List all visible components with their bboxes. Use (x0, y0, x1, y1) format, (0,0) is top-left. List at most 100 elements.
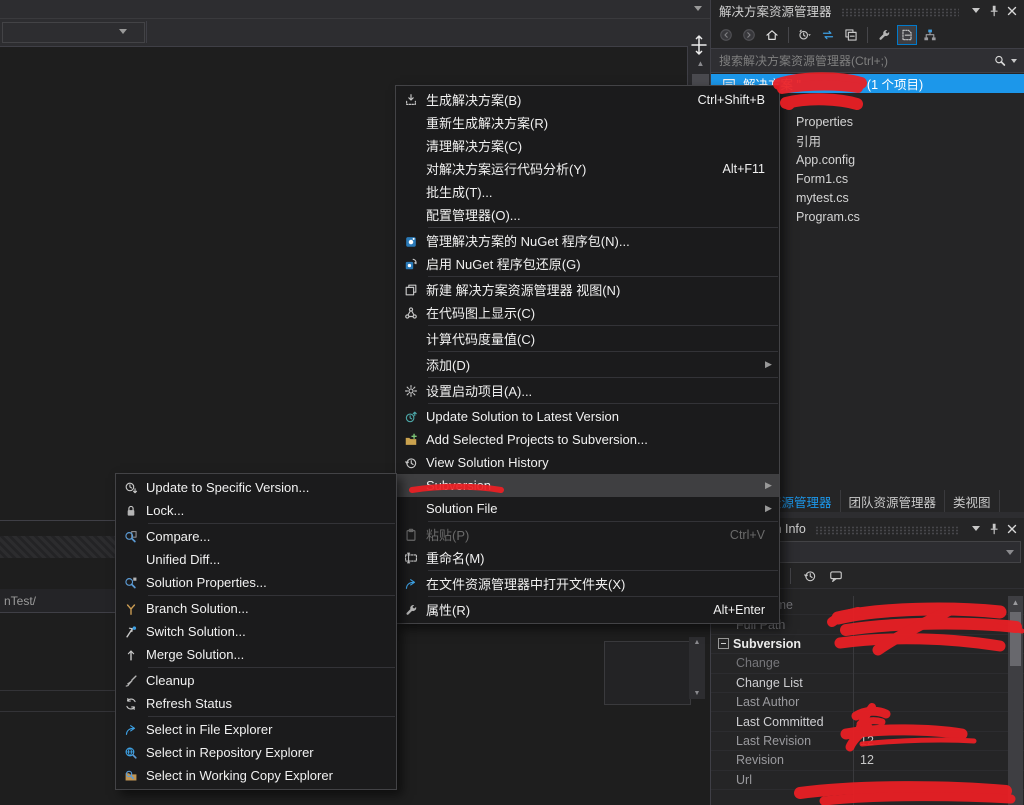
menu-item-compare[interactable]: Compare... (116, 525, 396, 548)
chevron-down-icon[interactable] (119, 29, 127, 34)
menu-item-solution-properties[interactable]: Solution Properties... (116, 571, 396, 594)
menu-item-select-in-file-explorer[interactable]: Select in File Explorer (116, 718, 396, 741)
scrollbar-thumb[interactable] (1010, 612, 1021, 666)
menu-item-new-solution-explorer-view[interactable]: 新建 解决方案资源管理器 视图(N) (396, 278, 779, 301)
chevron-down-icon[interactable] (694, 6, 702, 11)
property-row-last-committed[interactable]: Last Committed (711, 712, 1024, 731)
menu-item-label: Merge Solution... (146, 647, 244, 662)
nuget-restore-icon (396, 257, 426, 271)
property-row-revision[interactable]: Revision 12 (711, 751, 1024, 770)
menu-item-select-in-working-copy-explorer[interactable]: Select in Working Copy Explorer (116, 764, 396, 787)
tab-class-view[interactable]: 类视图 (945, 490, 1000, 512)
chevron-down-icon[interactable] (1009, 53, 1018, 69)
menu-item-cleanup[interactable]: Cleanup (116, 669, 396, 692)
menu-item-set-startup-projects[interactable]: 设置启动项目(A)... (396, 379, 779, 402)
collapse-all-icon[interactable] (841, 25, 861, 45)
menu-item-add-projects-to-subversion[interactable]: Add Selected Projects to Subversion... (396, 428, 779, 451)
grid-scrollbar[interactable]: ▲ (1008, 596, 1023, 805)
menu-item-rename[interactable]: 重命名(M) (396, 546, 779, 569)
property-row-last-author[interactable]: Last Author (711, 693, 1024, 712)
submenu-arrow-icon: ▶ (765, 503, 779, 514)
menu-item-switch-solution[interactable]: Switch Solution... (116, 620, 396, 643)
property-row-subversion[interactable]: Subversion (711, 635, 1024, 654)
property-row-last-revision[interactable]: Last Revision 12 (711, 732, 1024, 751)
properties-wrench-icon[interactable] (874, 25, 894, 45)
menu-item-label: 重新生成解决方案(R) (426, 113, 548, 132)
paste-icon (396, 528, 426, 542)
menu-item-label: Refresh Status (146, 696, 232, 711)
menu-shortcut: Ctrl+V (730, 528, 779, 542)
menu-item-merge-solution[interactable]: Merge Solution... (116, 643, 396, 666)
toolbar-separator (788, 27, 789, 43)
home-icon[interactable] (762, 25, 782, 45)
chevron-down-icon[interactable] (967, 521, 984, 537)
close-icon[interactable] (1003, 521, 1020, 537)
menu-item-calculate-code-metrics[interactable]: 计算代码度量值(C) (396, 327, 779, 350)
open-folder-icon (396, 577, 426, 591)
property-row-url[interactable]: Url (711, 771, 1024, 790)
submenu-arrow-icon: ▶ (765, 480, 779, 491)
pin-icon[interactable] (985, 521, 1002, 537)
nav-forward-icon[interactable] (739, 25, 759, 45)
property-row-change[interactable]: Change (711, 654, 1024, 673)
menu-item-build-solution[interactable]: 生成解决方案(B)Ctrl+Shift+B (396, 88, 779, 111)
menu-item-open-folder-in-file-explorer[interactable]: 在文件资源管理器中打开文件夹(X) (396, 572, 779, 595)
pending-changes-filter-icon[interactable] (795, 25, 815, 45)
nav-back-icon[interactable] (716, 25, 736, 45)
search-icon[interactable] (991, 53, 1008, 69)
menu-item-refresh-status[interactable]: Refresh Status (116, 692, 396, 715)
show-all-files-icon[interactable] (897, 25, 917, 45)
menu-item-label: Cleanup (146, 673, 194, 688)
solution-explorer-header: 解决方案资源管理器 (711, 0, 1024, 21)
search-box[interactable]: 搜索解决方案资源管理器(Ctrl+;) (711, 49, 1024, 73)
refresh-icon[interactable] (818, 25, 838, 45)
wc-explorer-icon (116, 769, 146, 783)
menu-item-properties[interactable]: 属性(R)Alt+Enter (396, 598, 779, 621)
menu-item-select-in-repository-explorer[interactable]: Select in Repository Explorer (116, 741, 396, 764)
menu-item-add[interactable]: 添加(D)▶ (396, 353, 779, 376)
menu-item-batch-build[interactable]: 批生成(T)... (396, 180, 779, 203)
history-icon[interactable] (800, 566, 820, 586)
switch-views-icon[interactable] (920, 25, 940, 45)
menu-item-update-to-specific-version[interactable]: Update to Specific Version... (116, 476, 396, 499)
menu-item-update-solution-latest[interactable]: Update Solution to Latest Version (396, 405, 779, 428)
drag-texture (841, 8, 959, 17)
solution-label-suffix: (1 个项目) (867, 74, 923, 93)
menu-item-paste[interactable]: 粘贴(P)Ctrl+V (396, 523, 779, 546)
menu-item-label: 清理解决方案(C) (426, 136, 522, 155)
menu-item-label: 对解决方案运行代码分析(Y) (426, 159, 586, 178)
menu-item-rebuild-solution[interactable]: 重新生成解决方案(R) (396, 111, 779, 134)
pin-icon[interactable] (985, 3, 1002, 19)
menu-item-configuration-manager[interactable]: 配置管理器(O)... (396, 203, 779, 226)
menu-item-run-code-analysis[interactable]: 对解决方案运行代码分析(Y)Alt+F11 (396, 157, 779, 180)
menu-item-label: 计算代码度量值(C) (426, 329, 535, 348)
rename-icon (396, 551, 426, 565)
menu-item-label: Select in Working Copy Explorer (146, 768, 333, 783)
path-label: nTest/ (4, 594, 36, 608)
tab-team-explorer[interactable]: 团队资源管理器 (841, 490, 946, 512)
menu-item-unified-diff[interactable]: Unified Diff... (116, 548, 396, 571)
comment-icon[interactable] (826, 566, 846, 586)
menu-item-view-solution-history[interactable]: View Solution History (396, 451, 779, 474)
collapse-expander-icon[interactable] (718, 638, 729, 649)
property-row-change-list[interactable]: Change List (711, 674, 1024, 693)
menu-item-label: Subversion (426, 478, 491, 493)
scroll-up-icon[interactable]: ▲ (1008, 596, 1023, 610)
menu-item-clean-solution[interactable]: 清理解决方案(C) (396, 134, 779, 157)
update-specific-icon (116, 481, 146, 495)
scroll-down-icon[interactable]: ▼ (694, 690, 701, 697)
refresh-status-icon (116, 697, 146, 711)
close-icon[interactable] (1003, 3, 1020, 19)
menu-item-manage-nuget-packages[interactable]: 管理解决方案的 NuGet 程序包(N)... (396, 229, 779, 252)
chevron-down-icon[interactable] (967, 3, 984, 19)
menu-item-branch-solution[interactable]: Branch Solution... (116, 597, 396, 620)
menu-item-solution-file[interactable]: Solution File▶ (396, 497, 779, 520)
menu-item-subversion[interactable]: Subversion ▶ (396, 474, 779, 497)
menu-item-label: Lock... (146, 503, 184, 518)
menu-item-enable-nuget-restore[interactable]: 启用 NuGet 程序包还原(G) (396, 252, 779, 275)
menu-item-lock[interactable]: Lock... (116, 499, 396, 522)
drag-texture (815, 526, 959, 535)
menu-item-show-on-code-map[interactable]: 在代码图上显示(C) (396, 301, 779, 324)
background-scrollbar[interactable]: ▲▼ (689, 637, 705, 699)
scroll-up-icon[interactable]: ▲ (694, 639, 701, 646)
